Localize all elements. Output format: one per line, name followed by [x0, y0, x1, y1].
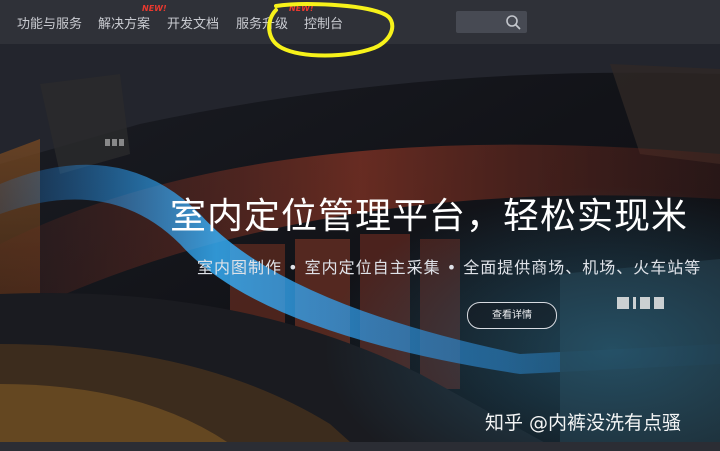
hero-background-image [0, 44, 720, 451]
hero-banner: 室内定位管理平台，轻松实现米 室内图制作 • 室内定位自主采集 • 全面提供商场… [0, 44, 720, 451]
top-nav-bar: 功能与服务 解决方案 NEW! 开发文档 服务升级 NEW! 控制台 [0, 0, 720, 44]
hero-subtitle: 室内图制作 • 室内定位自主采集 • 全面提供商场、机场、火车站等 [197, 258, 702, 277]
view-details-button[interactable]: 查看详情 [467, 302, 557, 329]
nav-item-service-upgrade[interactable]: 服务升级 [236, 13, 288, 32]
nav-item-docs[interactable]: 开发文档 [167, 13, 219, 32]
page: 功能与服务 解决方案 NEW! 开发文档 服务升级 NEW! 控制台 室内定位管… [0, 0, 720, 451]
hero-title: 室内定位管理平台，轻松实现米 [170, 196, 689, 237]
new-badge: NEW! [289, 4, 314, 13]
nav-item-solutions[interactable]: 解决方案 [98, 13, 150, 32]
search-icon[interactable] [505, 14, 521, 30]
bottom-strip [0, 442, 720, 451]
search-input[interactable] [456, 11, 527, 33]
nav-item-features[interactable]: 功能与服务 [17, 13, 82, 32]
nav-item-console[interactable]: 控制台 [304, 13, 343, 32]
watermark-text: 知乎 @内裤没洗有点骚 [485, 412, 682, 434]
new-badge: NEW! [142, 4, 167, 13]
